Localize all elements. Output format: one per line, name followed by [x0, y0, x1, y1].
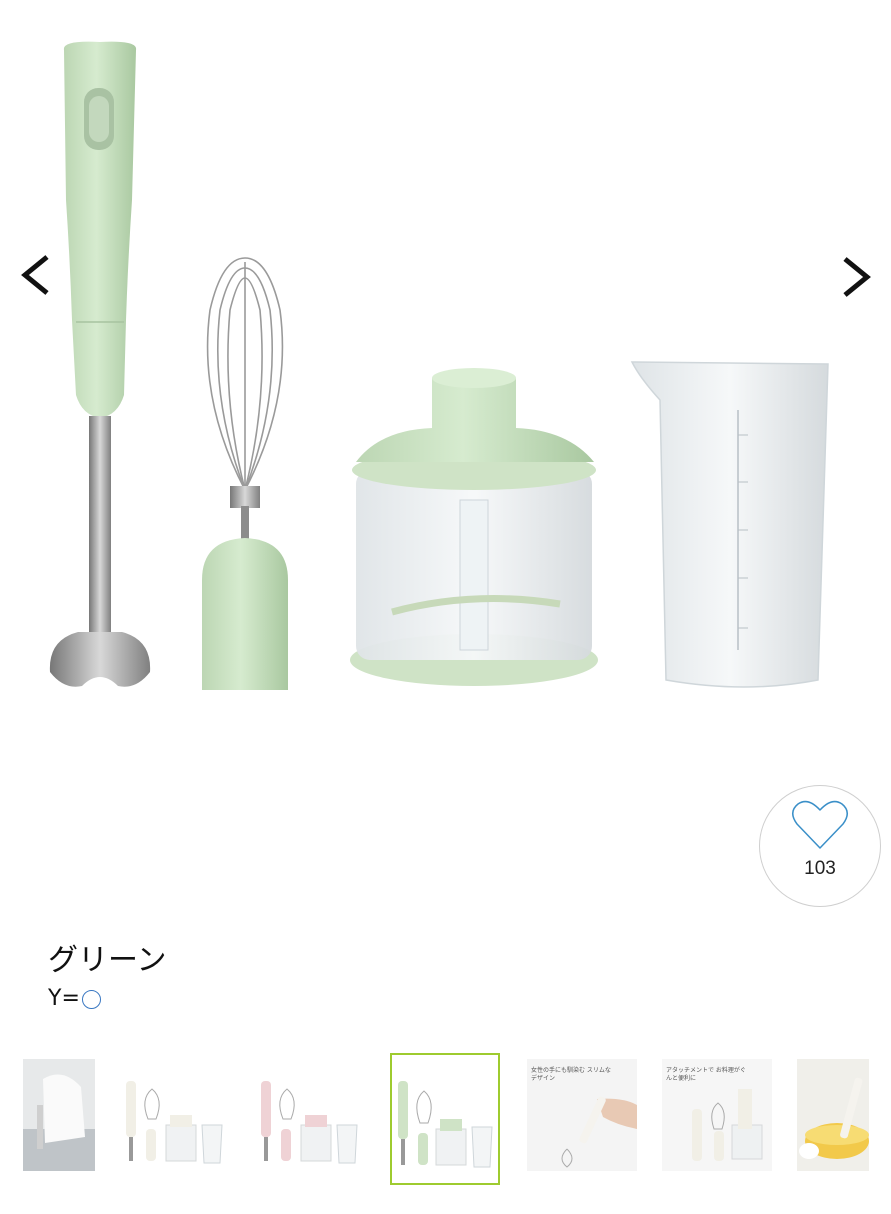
thumbnail-strip: 女性の手にも馴染む スリムなデザイン アタッチメントで お料理がぐんと便利に [0, 1053, 891, 1189]
chopper-attachment [350, 368, 598, 686]
chevron-right-icon [843, 257, 871, 297]
circle-mark-icon [81, 989, 101, 1009]
thumbnail-7[interactable] [797, 1059, 869, 1171]
heart-outline-icon [792, 800, 848, 849]
thumbnail-6-caption: アタッチメントで お料理がぐんと便利に [666, 1067, 746, 1082]
thumbnail-5-caption: 女性の手にも馴染む スリムなデザイン [531, 1067, 611, 1082]
whisk-attachment [206, 257, 284, 491]
favorite-count: 103 [804, 858, 836, 879]
variant-code: Y= [48, 985, 101, 1013]
gallery-next-button[interactable] [832, 247, 882, 307]
variant-name: グリーン [48, 943, 167, 978]
thumbnail-image [126, 1081, 223, 1164]
thumbnail-4-selected[interactable] [390, 1053, 500, 1185]
thumbnail-3[interactable] [255, 1059, 365, 1171]
chevron-left-icon [21, 255, 49, 295]
product-image-gallery [0, 0, 891, 760]
thumbnail-image [398, 1081, 493, 1168]
favorite-button[interactable]: 103 [759, 785, 881, 907]
thumbnail-2[interactable] [120, 1059, 230, 1171]
thumbnail-image [261, 1081, 358, 1164]
product-main-image [49, 41, 829, 690]
whisk-collar [230, 486, 260, 508]
thumbnail-image [23, 1059, 95, 1171]
thumbnail-image [797, 1059, 869, 1171]
thumbnail-6[interactable]: アタッチメントで お料理がぐんと便利に [662, 1059, 772, 1171]
thumbnail-5[interactable]: 女性の手にも馴染む スリムなデザイン [527, 1059, 637, 1171]
hand-blender [49, 41, 151, 687]
measuring-cup [630, 361, 829, 688]
variant-code-prefix: Y= [48, 986, 80, 1011]
gallery-prev-button[interactable] [10, 245, 60, 305]
thumbnail-1[interactable] [23, 1059, 95, 1171]
whisk-gearbox [202, 538, 288, 690]
